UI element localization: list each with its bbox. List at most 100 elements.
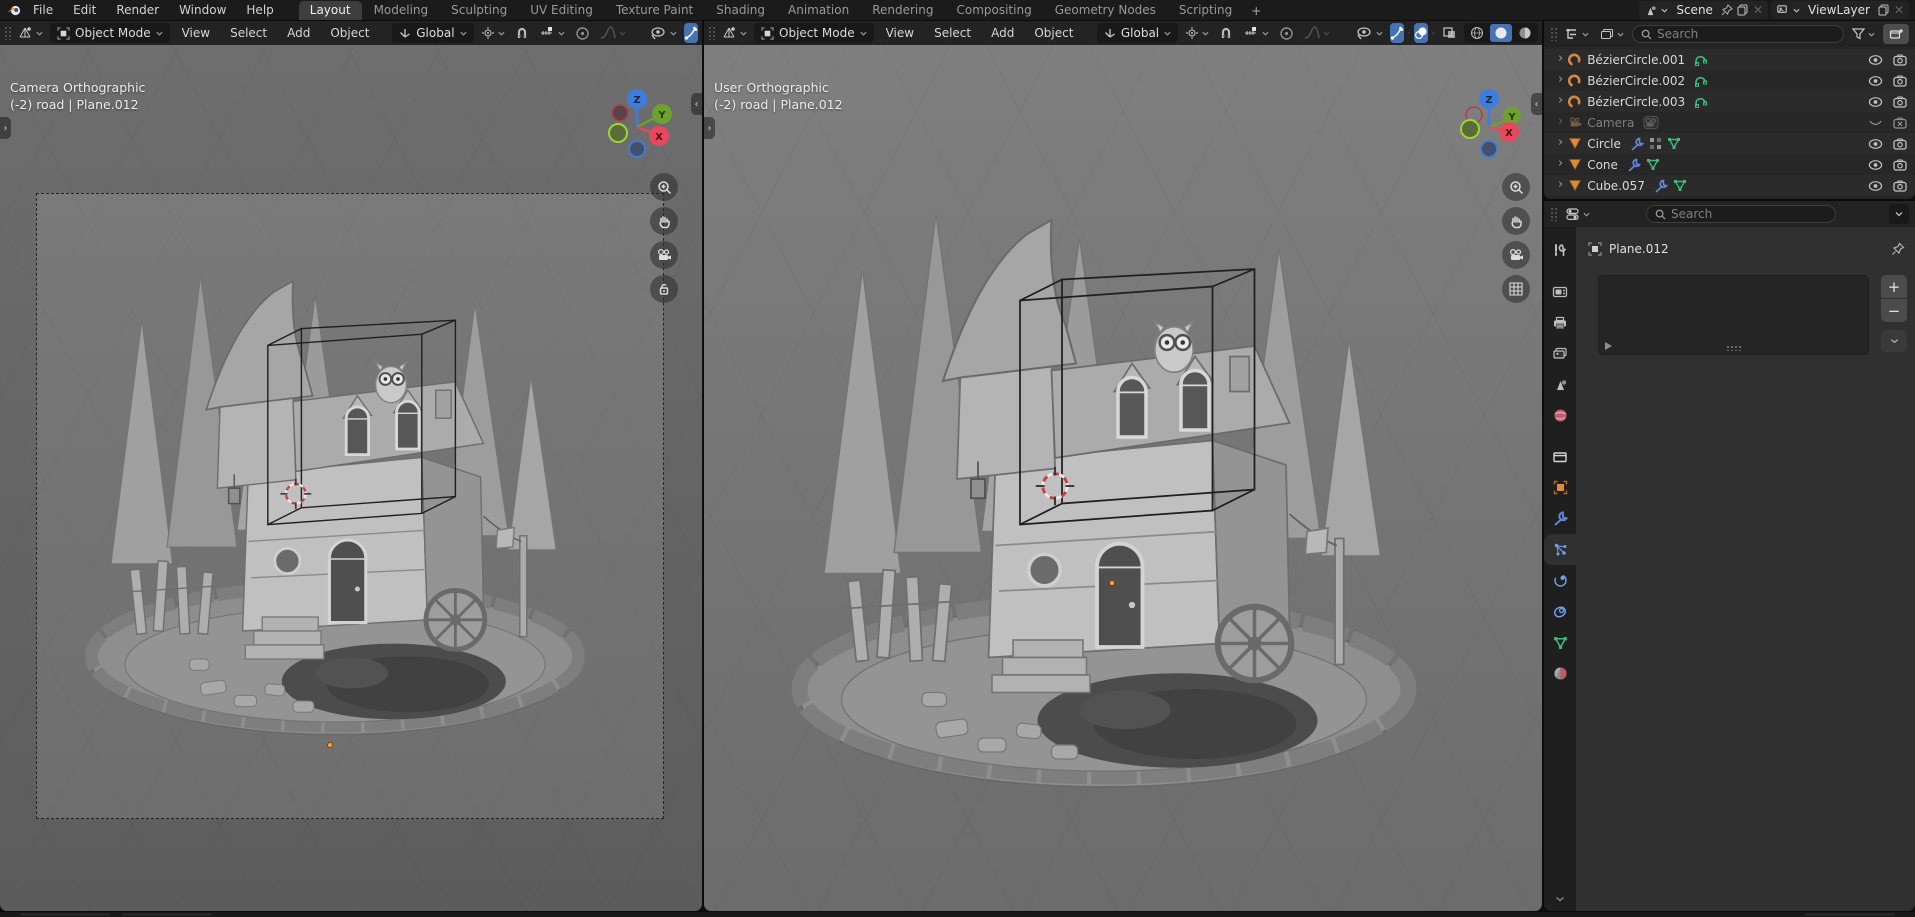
tab-world[interactable] bbox=[1544, 400, 1576, 431]
pan-button[interactable] bbox=[1502, 207, 1530, 235]
outliner-row-circle[interactable]: › Circle bbox=[1544, 133, 1915, 154]
menu-help[interactable]: Help bbox=[237, 2, 282, 18]
hide-eye-toggle[interactable] bbox=[1868, 96, 1883, 108]
properties-options-dropdown[interactable] bbox=[1889, 204, 1909, 224]
disable-render-toggle[interactable] bbox=[1893, 75, 1907, 87]
drag-grip[interactable] bbox=[1550, 27, 1557, 41]
snap-target-dropdown[interactable] bbox=[536, 23, 568, 43]
disable-render-toggle[interactable] bbox=[1893, 180, 1907, 192]
outliner-editor-type-dropdown[interactable] bbox=[1562, 24, 1592, 44]
mode-dropdown[interactable]: Object Mode bbox=[50, 23, 170, 43]
tab-material[interactable] bbox=[1544, 658, 1576, 689]
tab-tool[interactable] bbox=[1544, 235, 1576, 266]
tab-animation[interactable]: Animation bbox=[777, 1, 860, 20]
ortho-perspective-button[interactable] bbox=[1502, 275, 1530, 303]
add-workspace-button[interactable]: + bbox=[1244, 2, 1268, 20]
disable-render-toggle[interactable] bbox=[1893, 54, 1907, 66]
menu-window[interactable]: Window bbox=[170, 2, 235, 18]
outliner-row-beziercircle-003[interactable]: › BézierCircle.003 bbox=[1544, 91, 1915, 112]
show-gizmo-dropdown[interactable] bbox=[1353, 23, 1386, 43]
mode-dropdown[interactable]: Object Mode bbox=[754, 23, 874, 43]
camera-view-button[interactable] bbox=[650, 241, 678, 269]
outliner-row-camera[interactable]: › Camera bbox=[1544, 112, 1915, 133]
tab-scripting[interactable]: Scripting bbox=[1168, 1, 1243, 20]
snap-target-dropdown[interactable] bbox=[1240, 23, 1272, 43]
proportional-editing-toggle[interactable] bbox=[572, 23, 593, 43]
axis-ball-neg-x[interactable] bbox=[612, 105, 628, 121]
expand-chevron-icon[interactable]: › bbox=[1558, 94, 1563, 107]
viewport-canvas-camera[interactable]: Camera Orthographic (-2) road | Plane.01… bbox=[0, 45, 702, 911]
disable-render-toggle[interactable] bbox=[1893, 138, 1907, 150]
editor-type-dropdown[interactable] bbox=[719, 23, 750, 43]
axis-ball-neg-y[interactable] bbox=[1461, 120, 1479, 138]
outliner-filter-dropdown[interactable] bbox=[1849, 24, 1878, 44]
menu-add[interactable]: Add bbox=[279, 24, 318, 42]
list-remove-button[interactable]: − bbox=[1881, 299, 1907, 322]
tab-output[interactable] bbox=[1544, 307, 1576, 338]
outliner-search[interactable] bbox=[1632, 25, 1844, 43]
menu-render[interactable]: Render bbox=[107, 2, 168, 18]
expand-chevron-icon[interactable]: › bbox=[1558, 157, 1563, 170]
drag-grip[interactable] bbox=[1550, 207, 1557, 221]
new-collection-button[interactable] bbox=[1883, 24, 1909, 44]
outliner-row-beziercircle-002[interactable]: › BézierCircle.002 bbox=[1544, 70, 1915, 91]
outliner-row-cube-057[interactable]: › Cube.057 bbox=[1544, 175, 1915, 196]
sidebar-expand-arrow[interactable]: ‹ bbox=[691, 93, 702, 115]
list-resize-grip[interactable] bbox=[1726, 345, 1742, 351]
menu-object[interactable]: Object bbox=[1026, 24, 1081, 42]
pivot-point-dropdown[interactable] bbox=[1182, 23, 1212, 43]
proportional-falloff-dropdown[interactable] bbox=[1301, 23, 1333, 43]
list-add-button[interactable]: + bbox=[1881, 275, 1907, 298]
transform-orientation-dropdown[interactable]: Global bbox=[1097, 23, 1178, 43]
outliner-search-input[interactable] bbox=[1657, 27, 1835, 41]
expand-chevron-icon[interactable]: › bbox=[1558, 136, 1563, 149]
overlays-toggle[interactable] bbox=[1414, 23, 1428, 43]
proportional-falloff-dropdown[interactable] bbox=[597, 23, 629, 43]
new-scene-icon[interactable] bbox=[1737, 4, 1749, 16]
disable-render-toggle[interactable] bbox=[1893, 96, 1907, 108]
shading-material-button[interactable] bbox=[1514, 24, 1536, 42]
hide-eye-toggle[interactable] bbox=[1868, 54, 1883, 66]
axis-navigation-gizmo[interactable]: Z Y X bbox=[1450, 85, 1528, 163]
snap-toggle[interactable] bbox=[1216, 23, 1236, 43]
properties-search-input[interactable] bbox=[1671, 207, 1827, 221]
menu-select[interactable]: Select bbox=[222, 24, 275, 42]
axis-navigation-gizmo[interactable]: Z Y X bbox=[598, 85, 676, 163]
expand-chevron-icon[interactable]: › bbox=[1558, 73, 1563, 86]
zoom-button[interactable] bbox=[1502, 173, 1530, 201]
proportional-editing-toggle[interactable] bbox=[1276, 23, 1297, 43]
axis-ball-neg-y[interactable] bbox=[609, 124, 627, 142]
show-gizmo-dropdown[interactable] bbox=[647, 23, 680, 43]
tab-constraints[interactable] bbox=[1544, 596, 1576, 627]
camera-lock-button[interactable] bbox=[650, 275, 678, 303]
pin-icon[interactable] bbox=[1721, 4, 1733, 16]
sidebar-expand-arrow[interactable]: ‹ bbox=[1531, 93, 1542, 115]
axis-ball-neg-z[interactable] bbox=[629, 141, 645, 157]
tab-physics[interactable] bbox=[1544, 565, 1576, 596]
scene-3d-house[interactable] bbox=[55, 185, 615, 825]
tab-compositing[interactable]: Compositing bbox=[945, 1, 1042, 20]
tabstrip-overflow-chevron-icon[interactable] bbox=[1555, 895, 1565, 903]
tab-object[interactable] bbox=[1544, 472, 1576, 503]
viewport-canvas-user[interactable]: User Orthographic (-2) road | Plane.012 … bbox=[704, 45, 1542, 911]
tab-rendering[interactable]: Rendering bbox=[861, 1, 944, 20]
pivot-point-dropdown[interactable] bbox=[478, 23, 508, 43]
menu-object[interactable]: Object bbox=[322, 24, 377, 42]
list-specials-dropdown[interactable] bbox=[1881, 330, 1907, 352]
menu-file[interactable]: File bbox=[24, 2, 62, 18]
camera-view-button[interactable] bbox=[1502, 241, 1530, 269]
viewlayer-selector[interactable]: ViewLayer ✕ bbox=[1771, 1, 1909, 19]
tab-particles[interactable] bbox=[1544, 534, 1576, 565]
viewport-camera[interactable]: Object Mode View Select Add Object Globa… bbox=[0, 21, 702, 911]
tab-sculpting[interactable]: Sculpting bbox=[440, 1, 518, 20]
hide-eye-toggle[interactable] bbox=[1868, 180, 1883, 192]
viewport-user[interactable]: Object Mode View Select Add Object Globa… bbox=[704, 21, 1542, 911]
gizmos-toggle[interactable] bbox=[1390, 23, 1404, 43]
disable-render-toggle-off[interactable] bbox=[1893, 117, 1907, 129]
toolbar-expand-arrow[interactable]: › bbox=[704, 117, 715, 139]
outliner-row-beziercircle-001[interactable]: › BézierCircle.001 bbox=[1544, 49, 1915, 70]
shading-solid-button[interactable] bbox=[1490, 24, 1512, 42]
pan-button[interactable] bbox=[650, 207, 678, 235]
properties-search[interactable] bbox=[1646, 205, 1836, 223]
toolbar-expand-arrow[interactable]: › bbox=[0, 117, 11, 139]
